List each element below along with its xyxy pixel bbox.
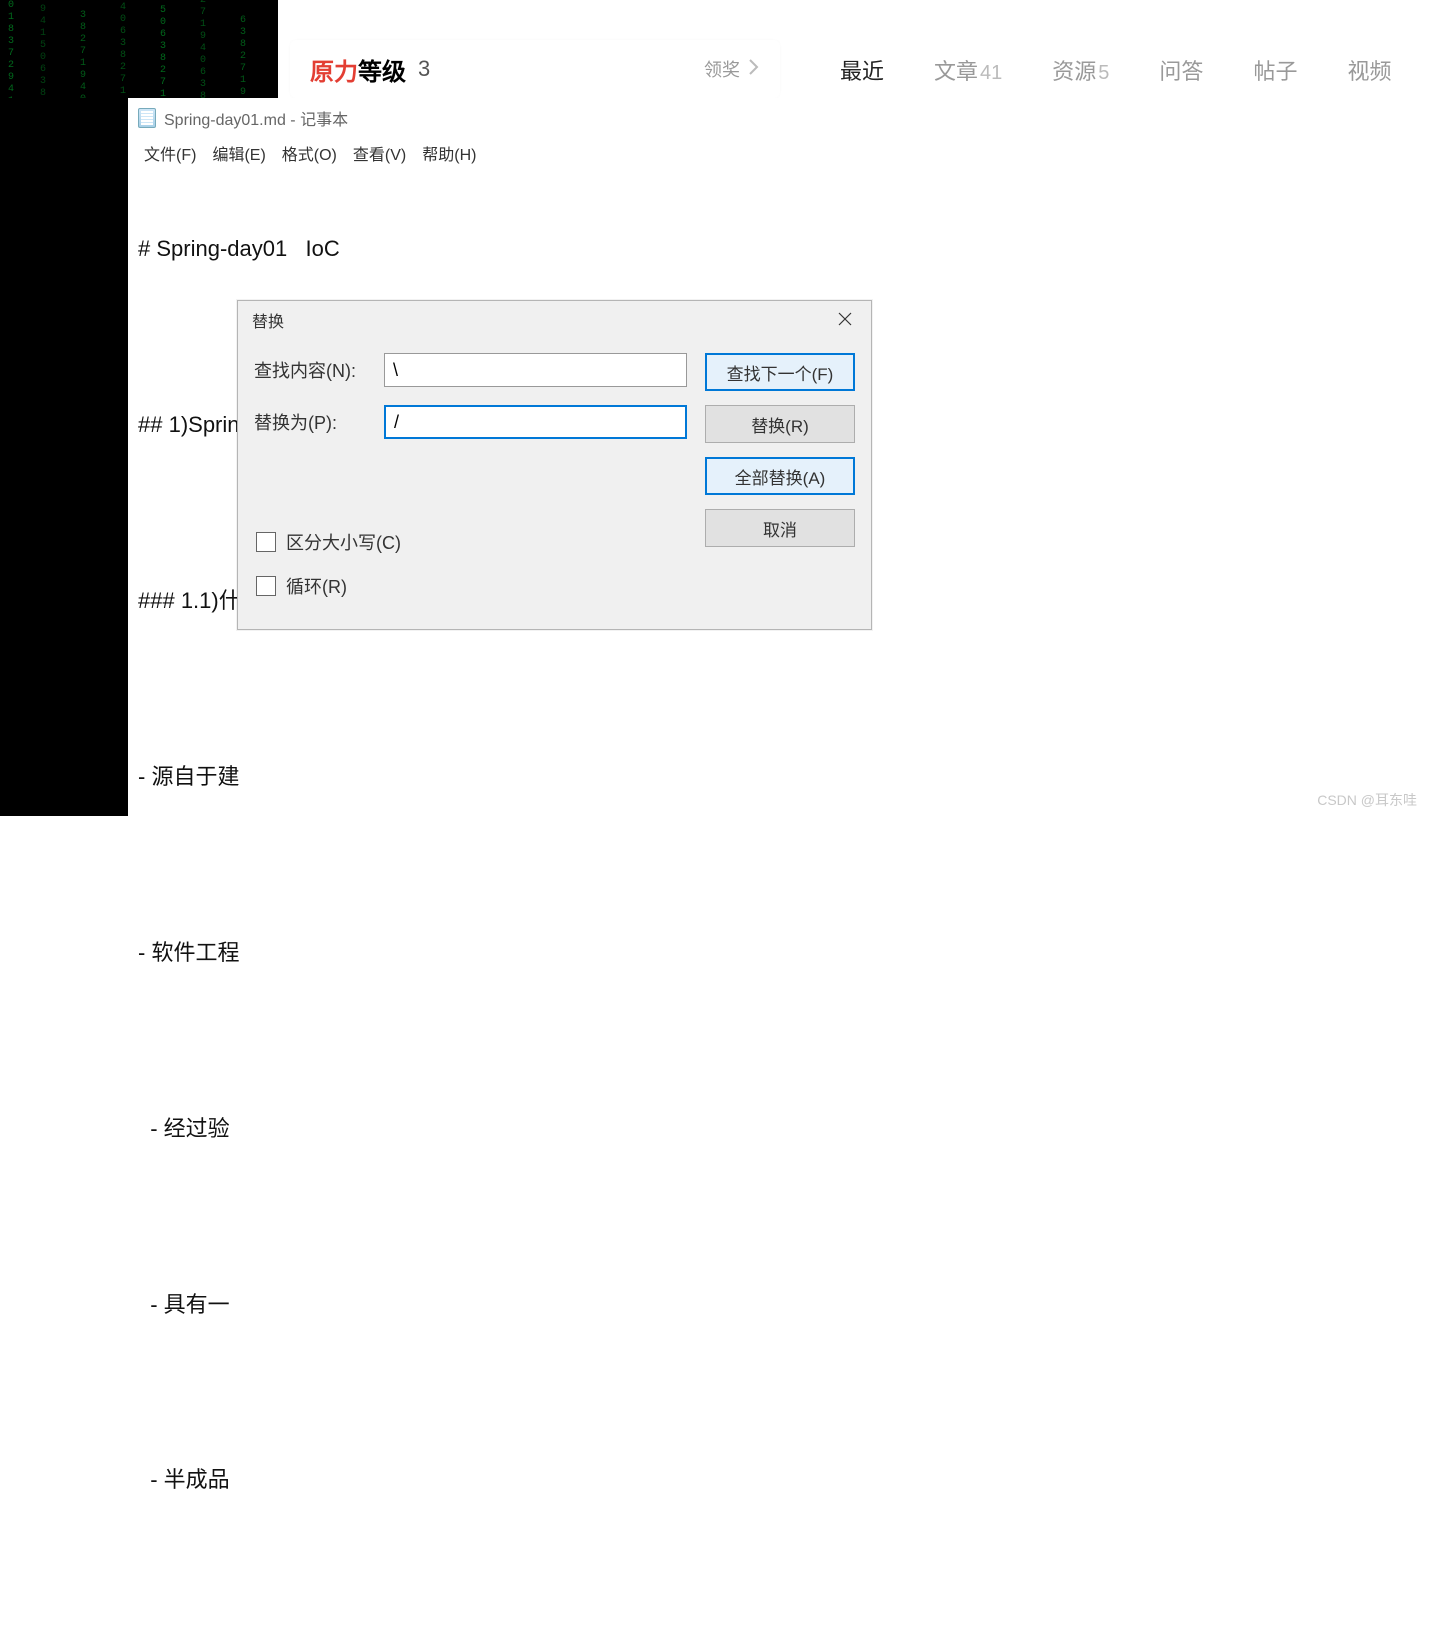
menu-format[interactable]: 格式(O) [276,139,343,167]
tab-articles[interactable]: 文章41 [934,54,1002,86]
checkbox-icon [256,576,276,596]
find-next-button[interactable]: 查找下一个(F) [705,353,855,391]
watermark: CSDN @耳东哇 [1317,790,1417,810]
wrap-checkbox-row[interactable]: 循环(R) [256,573,687,599]
tab-videos[interactable]: 视频 [1347,54,1391,86]
content-line: # Spring-day01 IoC [138,234,1423,265]
menu-file[interactable]: 文件(F) [138,139,202,167]
find-label: 查找内容(N): [254,357,384,383]
rank-value: 3 [418,56,430,82]
menu-view[interactable]: 查看(V) [347,139,412,167]
rank-card: 原力等级 3 领奖 [290,40,780,98]
notepad-icon [138,108,156,128]
wrap-label: 循环(R) [286,573,347,599]
replace-button[interactable]: 替换(R) [705,405,855,443]
cancel-button[interactable]: 取消 [705,509,855,547]
award-label: 领奖 [704,56,740,82]
tab-qa[interactable]: 问答 [1159,54,1203,86]
content-line: - 半成品 [138,1465,1423,1496]
replace-all-button[interactable]: 全部替换(A) [705,457,855,495]
matrix-background-strip [0,98,128,816]
tab-recent[interactable]: 最近 [840,54,884,86]
replace-input[interactable] [384,405,687,439]
menu-help[interactable]: 帮助(H) [416,139,482,167]
notepad-titlebar[interactable]: Spring-day01.md - 记事本 [128,98,1433,138]
case-checkbox-row[interactable]: 区分大小写(C) [256,529,687,555]
case-label: 区分大小写(C) [286,529,401,555]
content-line: - 软件工程 [138,938,1423,969]
content-line: - 经过验 [138,1114,1423,1145]
rank-label: 原力等级 [310,52,406,87]
menu-edit[interactable]: 编辑(E) [206,139,271,167]
award-link[interactable]: 领奖 [704,56,760,82]
close-button[interactable] [822,304,868,336]
content-line: - 源自于建 [138,762,1423,793]
replace-dialog: 替换 查找内容(N): 替换为(P): 区分大小写(C) [237,300,872,630]
notepad-menubar: 文件(F) 编辑(E) 格式(O) 查看(V) 帮助(H) [128,138,1433,168]
top-nav-tabs: 最近 文章41 资源5 问答 帖子 视频 [800,45,1433,95]
tab-resources[interactable]: 资源5 [1052,54,1109,86]
dialog-title: 替换 [252,308,284,332]
tab-posts[interactable]: 帖子 [1253,54,1297,86]
find-input[interactable] [384,353,687,387]
content-line: - 具有一 [138,1290,1423,1321]
chevron-right-icon [748,58,760,81]
dialog-titlebar[interactable]: 替换 [238,301,871,339]
notepad-title: Spring-day01.md - 记事本 [164,106,348,130]
close-icon [838,310,852,331]
checkbox-icon [256,532,276,552]
replace-label: 替换为(P): [254,409,384,435]
